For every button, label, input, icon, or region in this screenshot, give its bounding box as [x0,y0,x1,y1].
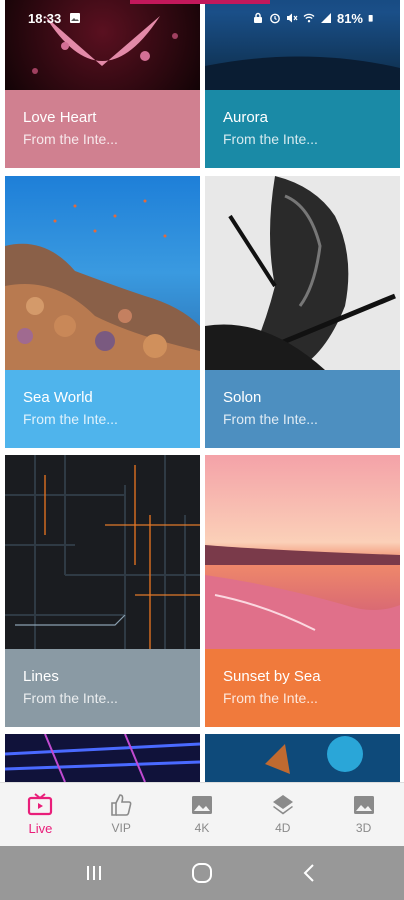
card-title: Sea World [23,389,93,406]
nav-item-4d[interactable]: 4D [242,783,323,846]
wallpaper-thumbnail [205,734,400,782]
card-info: Lines From the Inte... [5,649,200,727]
card-info: Solon From the Inte... [205,370,400,448]
lock-icon [253,12,262,23]
card-title: Lines [23,668,59,685]
sea-world-thumbnail [5,176,200,370]
card-info: Sea World From the Inte... [5,370,200,448]
layers-icon [272,795,293,815]
status-time: 18:33 [28,10,62,26]
card-subtitle: From the Inte... [23,411,118,427]
card-title: Sunset by Sea [223,668,321,685]
recent-apps-icon[interactable] [81,860,107,886]
nav-label: VIP [111,821,131,835]
card-info: Sunset by Sea From the Inte... [205,649,400,727]
card-subtitle: From the Inte... [23,690,118,706]
back-icon[interactable] [297,860,323,886]
system-navigation-bar [0,846,404,900]
nav-label: 4D [275,821,291,835]
sunset-by-sea-thumbnail [205,455,400,649]
alarm-icon [270,13,280,24]
wallpaper-card[interactable] [205,734,400,782]
status-bar: 18:33 81% [0,0,404,36]
wallpaper-card[interactable] [5,734,200,782]
nav-label: 3D [355,821,372,835]
nav-item-vip[interactable]: VIP [81,783,162,846]
image-icon [353,796,374,814]
solon-thumbnail [205,176,400,370]
bottom-navigation: Live VIP 4K 4D 3D [0,782,404,846]
card-subtitle: From the Inte... [223,131,318,147]
card-subtitle: From the Inte... [223,690,318,706]
card-title: Solon [223,389,262,406]
home-icon[interactable] [189,860,215,886]
wallpaper-grid: Love Heart From the Inte... Aurora From … [0,0,404,782]
card-subtitle: From the Inte... [223,411,318,427]
signal-icon [320,13,331,23]
mute-icon [286,13,298,23]
battery-percent: 81% [336,10,363,26]
nav-item-3d[interactable]: 3D [323,783,404,846]
wallpaper-card[interactable]: Solon From the Inte... [205,176,400,448]
battery-icon [368,15,373,22]
card-subtitle: From the Inte... [23,131,118,147]
top-accent-bar [130,0,270,4]
nav-label: 4K [194,821,210,835]
nav-item-4k[interactable]: 4K [162,783,243,846]
wallpaper-card[interactable]: Sunset by Sea From the Inte... [205,455,400,727]
card-title: Love Heart [23,109,97,126]
lines-thumbnail [5,455,200,649]
image-icon [191,796,212,814]
thumbs-up-icon [111,794,132,816]
nav-label: Live [28,821,53,836]
tv-icon [28,793,53,816]
card-info: Aurora From the Inte... [205,90,400,168]
wallpaper-card[interactable]: Lines From the Inte... [5,455,200,727]
card-info: Love Heart From the Inte... [5,90,200,168]
card-title: Aurora [223,109,269,126]
nav-item-live[interactable]: Live [0,783,81,846]
image-icon [70,13,81,23]
wallpaper-card[interactable]: Sea World From the Inte... [5,176,200,448]
wallpaper-thumbnail [5,734,200,782]
wifi-icon [303,13,315,23]
